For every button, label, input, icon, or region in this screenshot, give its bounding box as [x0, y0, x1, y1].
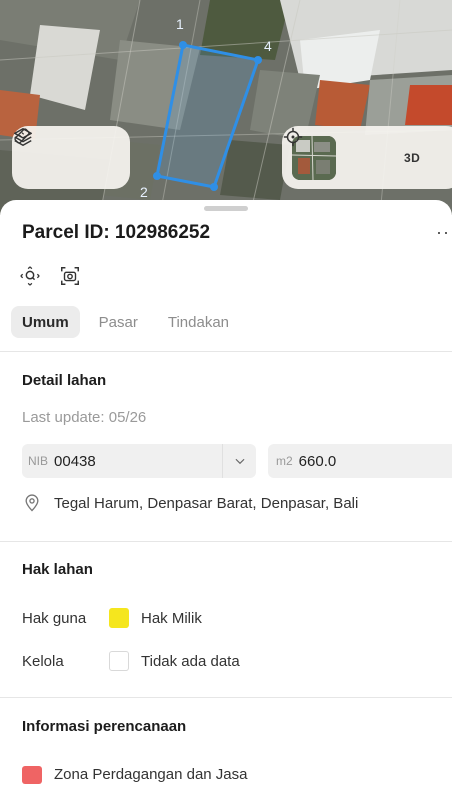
layers-button[interactable]: [14, 128, 64, 175]
vertex-label-2: 2: [140, 184, 148, 200]
tab-umum[interactable]: Umum: [11, 306, 80, 338]
divider: [0, 541, 452, 542]
rights-value-kelola: Tidak ada data: [141, 653, 240, 670]
three-d-toggle[interactable]: 3D: [404, 151, 420, 165]
address-text: Tegal Harum, Denpasar Barat, Denpasar, B…: [54, 494, 359, 512]
tab-tindakan[interactable]: Tindakan: [157, 306, 240, 338]
section-title-rights: Hak lahan: [22, 561, 93, 578]
section-title-detail: Detail lahan: [22, 372, 107, 389]
nib-selector[interactable]: NIB 00438: [22, 444, 256, 478]
more-options-button[interactable]: ···: [436, 222, 452, 243]
section-title-planning: Informasi perencanaan: [22, 718, 187, 735]
chevron-down-icon: [235, 458, 244, 465]
location-pin-icon: [25, 494, 39, 512]
rights-value-hak-guna: Hak Milik: [141, 610, 202, 627]
locate-button[interactable]: [283, 127, 386, 175]
zone-label: Zona Perdagangan dan Jasa: [54, 766, 248, 783]
camera-frame-icon: [61, 267, 79, 285]
measure-button[interactable]: [14, 128, 112, 175]
crosshair-icon: [283, 127, 303, 147]
last-update-text: Last update: 05/26: [22, 409, 147, 426]
satellite-map[interactable]: 1 4 2 3D: [0, 0, 452, 215]
rights-swatch-kelola: [109, 651, 129, 671]
vertex-label-1: 1: [176, 16, 184, 32]
parcel-title: Parcel ID: 102986252: [22, 222, 211, 243]
map-view-panel: 3D: [282, 126, 452, 189]
area-value: 660.0: [298, 452, 337, 470]
address-row: Tegal Harum, Denpasar Barat, Denpasar, B…: [22, 493, 358, 513]
nib-prefix: NIB: [28, 454, 49, 468]
zone-color-swatch: [22, 766, 42, 784]
screenshot-button[interactable]: [58, 264, 82, 288]
map-tools-panel: [12, 126, 130, 189]
drag-handle[interactable]: [204, 206, 248, 211]
nib-value: 00438: [54, 452, 96, 470]
vertex-label-4: 4: [264, 38, 272, 54]
zoom-to-fit-icon: [20, 266, 40, 286]
parcel-detail-sheet: Parcel ID: 102986252 ··· Umum Pasar Tind…: [0, 200, 452, 804]
zoom-to-parcel-button[interactable]: [18, 264, 42, 288]
divider: [0, 351, 452, 352]
area-prefix: m2: [276, 454, 293, 468]
nib-dropdown-button[interactable]: [222, 444, 256, 478]
tab-bar: Umum Pasar Tindakan: [11, 306, 240, 338]
divider: [0, 697, 452, 698]
rights-label-kelola: Kelola: [22, 653, 64, 670]
rights-swatch-hak-guna: [109, 608, 129, 628]
area-field: m2 660.0: [268, 444, 452, 478]
parcel-tools: [18, 264, 82, 288]
tab-pasar[interactable]: Pasar: [88, 306, 149, 338]
measure-icon: [14, 128, 30, 144]
rights-label-hak-guna: Hak guna: [22, 610, 87, 627]
